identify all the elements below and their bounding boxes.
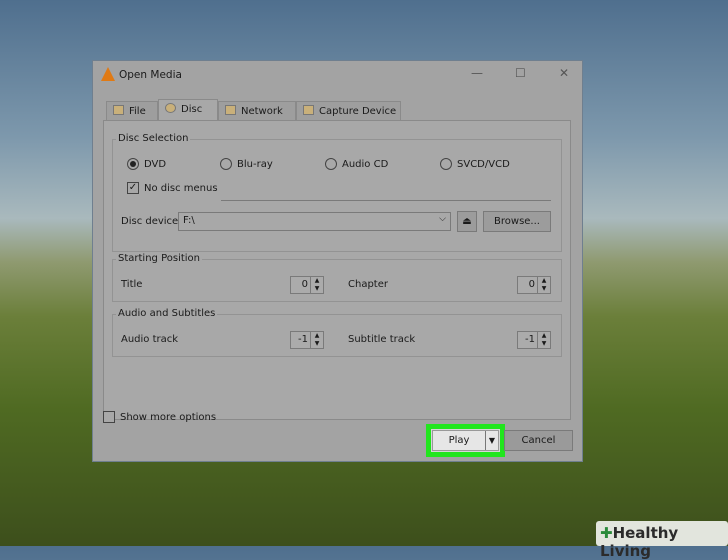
radio-label: Blu-ray xyxy=(237,158,273,170)
eject-icon: ⏏ xyxy=(462,216,472,227)
divider xyxy=(221,200,551,201)
show-more-options-checkbox[interactable]: Show more options xyxy=(103,411,216,423)
radio-audio-cd[interactable]: Audio CD xyxy=(325,158,388,170)
play-label: Play xyxy=(448,435,470,446)
capture-device-icon xyxy=(303,105,314,115)
title-bar: Open Media — ☐ ✕ xyxy=(93,61,582,89)
audio-subtitles-group: Audio and Subtitles Audio track -1 ▲ ▼ Sub… xyxy=(112,308,562,357)
tab-label: Network xyxy=(241,106,283,117)
radio-dvd[interactable]: DVD xyxy=(127,158,166,170)
checkbox-label: No disc menus xyxy=(144,182,218,194)
select-value: F:\ xyxy=(183,215,195,226)
tab-disc[interactable]: Disc xyxy=(158,99,218,122)
radio-label: DVD xyxy=(144,158,167,170)
checkbox-box xyxy=(103,411,115,423)
play-button[interactable]: Play ▼ xyxy=(432,430,499,451)
audio-track-spinbox[interactable]: -1 ▲ ▼ xyxy=(290,331,324,349)
spin-arrows-icon[interactable]: ▲ ▼ xyxy=(310,332,323,348)
network-icon xyxy=(225,105,236,115)
title-label: Title xyxy=(121,279,143,290)
chevron-down-icon: ⌵ xyxy=(439,214,446,224)
spin-value: -1 xyxy=(525,334,535,345)
plus-icon: ✚ xyxy=(600,524,613,542)
group-label: Disc Selection xyxy=(116,133,191,144)
cancel-button[interactable]: Cancel xyxy=(504,430,573,451)
check-icon: ✓ xyxy=(127,182,139,194)
eject-button[interactable]: ⏏ xyxy=(457,211,477,232)
tab-network[interactable]: Network xyxy=(218,101,296,121)
spin-arrows-icon[interactable]: ▲ ▼ xyxy=(537,277,550,293)
watermark-text: Healthy Living xyxy=(600,524,679,560)
disc-device-select[interactable]: F:\ ⌵ xyxy=(178,212,451,231)
spin-arrows-icon[interactable]: ▲ ▼ xyxy=(537,332,550,348)
disc-device-label: Disc device xyxy=(121,216,179,227)
play-highlight: Play ▼ xyxy=(426,424,505,457)
checkbox-label: Show more options xyxy=(120,411,217,423)
chapter-label: Chapter xyxy=(348,279,388,290)
audio-track-label: Audio track xyxy=(121,334,179,345)
open-media-dialog: Open Media — ☐ ✕ File Disc Network Captu… xyxy=(92,60,583,462)
no-disc-menus-checkbox[interactable]: ✓ No disc menus xyxy=(127,182,218,194)
title-spinbox[interactable]: 0 ▲ ▼ xyxy=(290,276,324,294)
starting-position-group: Starting Position Title 0 ▲ ▼ Chapter 0 ▲ ▼ xyxy=(112,253,562,302)
radio-label: SVCD/VCD xyxy=(457,158,510,170)
subtitle-track-label: Subtitle track xyxy=(348,334,416,345)
dropdown-arrow-icon[interactable]: ▼ xyxy=(485,431,498,450)
spin-arrows-icon[interactable]: ▲ ▼ xyxy=(310,277,323,293)
radio-circle xyxy=(127,158,139,170)
radio-label: Audio CD xyxy=(342,158,389,170)
disc-tab-panel: Disc Selection DVD Blu-ray Audio CD SVCD… xyxy=(103,120,571,420)
file-icon xyxy=(113,105,124,115)
group-label: Starting Position xyxy=(116,253,203,264)
group-label: Audio and Subtitles xyxy=(116,308,218,319)
vlc-cone-icon xyxy=(101,67,115,81)
subtitle-track-spinbox[interactable]: -1 ▲ ▼ xyxy=(517,331,551,349)
spin-value: -1 xyxy=(298,334,308,345)
radio-circle xyxy=(220,158,232,170)
maximize-button[interactable]: ☐ xyxy=(515,66,526,80)
disc-selection-group: Disc Selection DVD Blu-ray Audio CD SVCD… xyxy=(112,133,562,252)
radio-circle xyxy=(440,158,452,170)
tab-label: Capture Device xyxy=(319,106,397,117)
disc-icon xyxy=(165,103,176,113)
spin-value: 0 xyxy=(528,279,535,290)
chapter-spinbox[interactable]: 0 ▲ ▼ xyxy=(517,276,551,294)
tab-capture-device[interactable]: Capture Device xyxy=(296,101,401,121)
browse-button[interactable]: Browse... xyxy=(483,211,551,232)
watermark: ✚Healthy Living xyxy=(596,521,728,560)
tab-label: Disc xyxy=(181,104,203,115)
radio-svcd-vcd[interactable]: SVCD/VCD xyxy=(440,158,510,170)
window-title: Open Media xyxy=(119,69,182,81)
minimize-button[interactable]: — xyxy=(471,66,483,80)
tab-label: File xyxy=(129,106,146,117)
tab-file[interactable]: File xyxy=(106,101,158,121)
spin-value: 0 xyxy=(301,279,308,290)
radio-circle xyxy=(325,158,337,170)
close-button[interactable]: ✕ xyxy=(559,66,569,80)
radio-blu-ray[interactable]: Blu-ray xyxy=(220,158,273,170)
